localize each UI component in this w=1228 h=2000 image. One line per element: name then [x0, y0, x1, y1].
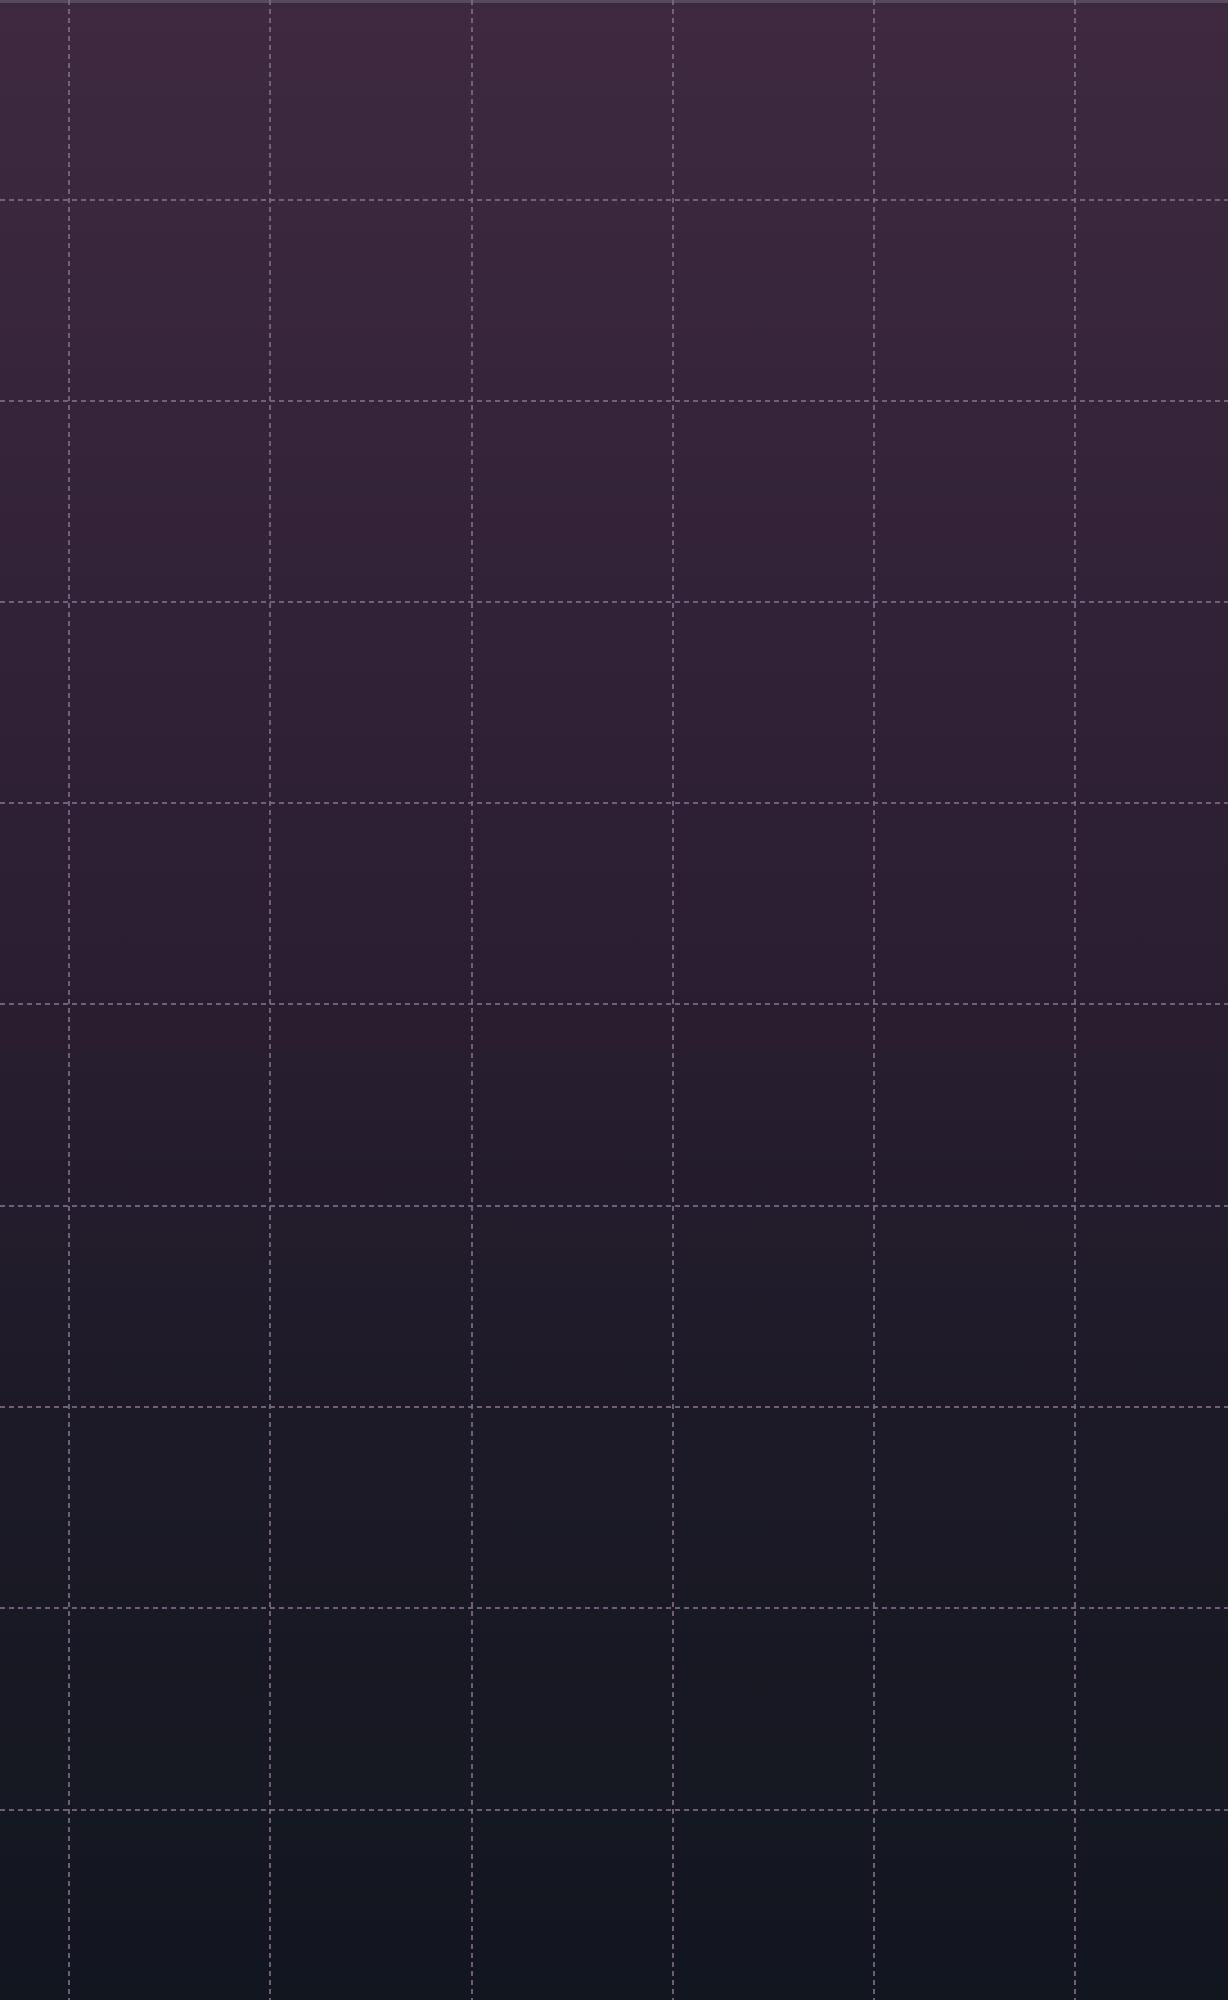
dashed-grid: [0, 0, 1228, 2000]
grid-canvas: [0, 0, 1228, 2000]
